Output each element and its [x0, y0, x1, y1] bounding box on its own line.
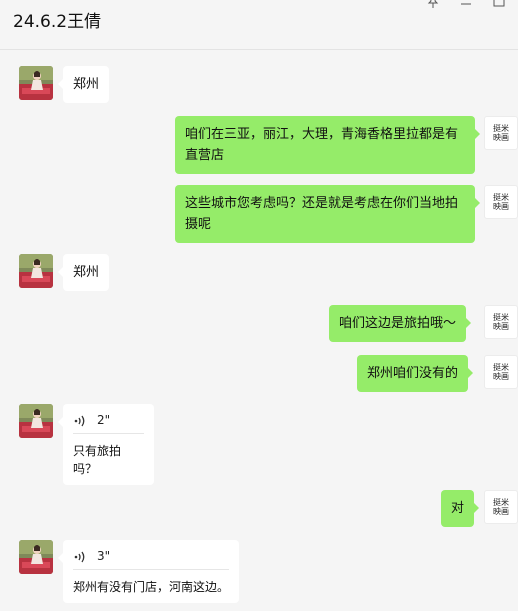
avatar-logo-line1: 挺米: [493, 124, 509, 133]
contact-avatar-photo-icon: [19, 254, 53, 288]
voice-player[interactable]: 3": [73, 548, 229, 570]
voice-transcript: 只有旅拍吗？: [73, 444, 122, 476]
voice-wave-icon: [73, 414, 87, 428]
voice-message-bubble[interactable]: 3" 郑州有没有门店，河南这边。: [58, 540, 239, 603]
voice-duration: 2": [97, 413, 111, 427]
message-text: 郑州: [73, 265, 100, 280]
message-text: 咱们这边是旅拍哦～: [339, 316, 457, 331]
chat-header: 24.6.2王倩: [0, 0, 518, 50]
contact-avatar[interactable]: [19, 254, 53, 288]
message-text: 郑州咱们没有的: [367, 366, 459, 381]
message-text: 咱们在三亚，丽江，大理，青海香格里拉都是有直营店: [185, 127, 459, 163]
avatar-logo-line2: 映画: [493, 507, 509, 516]
contact-avatar[interactable]: [19, 540, 53, 574]
self-avatar[interactable]: 挺米 映画: [484, 185, 518, 219]
contact-avatar-photo-icon: [19, 66, 53, 100]
self-avatar[interactable]: 挺米 映画: [484, 116, 518, 150]
message-bubble-sent[interactable]: 郑州咱们没有的: [357, 355, 474, 392]
self-avatar[interactable]: 挺米 映画: [484, 355, 518, 389]
message-text: 郑州: [73, 77, 100, 92]
contact-avatar[interactable]: [19, 66, 53, 100]
message-text: 对: [451, 501, 465, 516]
voice-message-bubble[interactable]: 2" 只有旅拍吗？: [58, 404, 154, 485]
avatar-logo-line1: 挺米: [493, 363, 509, 372]
avatar-logo-line1: 挺米: [493, 498, 509, 507]
message-bubble-sent[interactable]: 这些城市您考虑吗？还是就是考虑在你们当地拍摄呢: [175, 185, 480, 243]
minimize-icon[interactable]: [459, 0, 473, 8]
maximize-icon[interactable]: [492, 0, 506, 8]
pin-icon[interactable]: [426, 0, 440, 8]
voice-duration: 3": [97, 549, 111, 563]
avatar-logo-line2: 映画: [493, 372, 509, 381]
message-bubble-received[interactable]: 郑州: [57, 66, 110, 103]
contact-avatar-photo-icon: [19, 404, 53, 438]
voice-transcript: 郑州有没有门店，河南这边。: [73, 580, 230, 594]
avatar-logo-line2: 映画: [493, 202, 509, 211]
message-bubble-sent[interactable]: 咱们这边是旅拍哦～: [329, 305, 472, 342]
message-bubble-sent[interactable]: 咱们在三亚，丽江，大理，青海香格里拉都是有直营店: [175, 116, 480, 174]
avatar-logo-line2: 映画: [493, 133, 509, 142]
message-bubble-received[interactable]: 郑州: [57, 254, 110, 291]
contact-avatar[interactable]: [19, 404, 53, 438]
self-avatar[interactable]: 挺米 映画: [484, 490, 518, 524]
chat-title: 24.6.2王倩: [13, 12, 102, 32]
voice-player[interactable]: 2": [73, 412, 144, 434]
avatar-logo-line1: 挺米: [493, 193, 509, 202]
avatar-logo-line2: 映画: [493, 322, 509, 331]
avatar-logo-line1: 挺米: [493, 313, 509, 322]
message-text: 这些城市您考虑吗？还是就是考虑在你们当地拍摄呢: [185, 196, 459, 232]
message-bubble-sent[interactable]: 对: [441, 490, 480, 527]
voice-wave-icon: [73, 550, 87, 564]
self-avatar[interactable]: 挺米 映画: [484, 305, 518, 339]
contact-avatar-photo-icon: [19, 540, 53, 574]
